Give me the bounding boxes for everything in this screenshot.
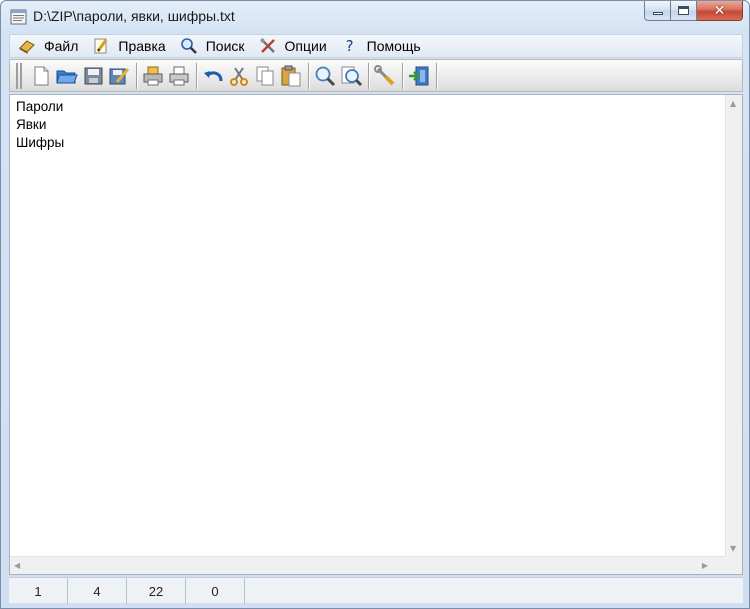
text-line: Явки xyxy=(16,117,47,132)
title-bar[interactable]: D:\ZIP\пароли, явки, шифры.txt ✕ xyxy=(1,1,749,33)
new-file-button[interactable] xyxy=(28,62,54,90)
cut-button[interactable] xyxy=(226,62,252,90)
menu-search-label: Поиск xyxy=(205,38,245,54)
status-bar: 1 4 22 0 xyxy=(9,577,743,604)
status-line: 1 xyxy=(9,578,68,604)
exit-icon xyxy=(409,66,429,85)
save-as-icon xyxy=(109,67,130,84)
print-preview-icon xyxy=(169,66,189,85)
help-icon: ? xyxy=(345,37,354,55)
toolbar-separator xyxy=(436,62,437,89)
find-icon xyxy=(315,66,336,86)
settings-icon xyxy=(374,64,395,85)
status-chars: 22 xyxy=(127,578,186,604)
toolbar-separator xyxy=(368,62,369,89)
status-modified: 0 xyxy=(186,578,245,604)
print-icon xyxy=(143,66,163,85)
edit-menu-icon xyxy=(94,38,108,54)
menu-edit[interactable]: Правка xyxy=(84,35,171,57)
save-as-button[interactable] xyxy=(106,62,132,90)
toolbar-grip[interactable] xyxy=(16,62,22,89)
menu-file[interactable]: Файл xyxy=(10,35,84,57)
paste-icon xyxy=(281,65,301,86)
cut-icon xyxy=(230,66,248,86)
vertical-scrollbar[interactable]: ▲ ▼ xyxy=(725,95,742,557)
menu-edit-label: Правка xyxy=(118,38,166,54)
maximize-button[interactable] xyxy=(671,1,697,21)
close-button[interactable]: ✕ xyxy=(697,1,743,21)
open-folder-icon xyxy=(56,70,78,83)
minimize-icon xyxy=(652,12,663,15)
menu-file-label: Файл xyxy=(44,38,79,54)
close-icon: ✕ xyxy=(713,2,726,19)
status-message xyxy=(245,578,743,604)
menu-help-label: Помощь xyxy=(366,38,421,54)
status-column: 4 xyxy=(68,578,127,604)
settings-button[interactable] xyxy=(372,62,398,90)
horizontal-scrollbar[interactable]: ◀ ▶ xyxy=(10,556,726,574)
replace-button[interactable] xyxy=(338,62,364,90)
menu-search[interactable]: Поиск xyxy=(172,35,251,57)
maximize-icon xyxy=(678,6,689,15)
menu-options-label: Опции xyxy=(284,38,327,54)
copy-button[interactable] xyxy=(252,62,278,90)
toolbar-separator xyxy=(136,62,137,89)
print-button[interactable] xyxy=(140,62,166,90)
scroll-up-arrow-icon[interactable]: ▲ xyxy=(730,99,736,108)
window-title: D:\ZIP\пароли, явки, шифры.txt xyxy=(33,8,235,24)
open-button[interactable] xyxy=(54,62,80,90)
app-window: D:\ZIP\пароли, явки, шифры.txt ✕ Файл Пр… xyxy=(0,0,750,609)
text-editor[interactable]: Пароли Явки Шифры ▲ ▼ ◀ ▶ xyxy=(9,94,743,575)
menu-options[interactable]: Опции xyxy=(251,35,333,57)
save-button[interactable] xyxy=(80,62,106,90)
notepad-app-icon xyxy=(10,9,27,25)
undo-button[interactable] xyxy=(200,62,226,90)
scrollbar-corner xyxy=(725,556,742,574)
copy-icon xyxy=(256,66,274,85)
undo-icon xyxy=(204,70,223,81)
text-line: Пароли xyxy=(16,99,64,114)
menu-bar: Файл Правка Поиск Опции ? Помощь xyxy=(9,34,743,58)
scroll-left-arrow-icon[interactable]: ◀ xyxy=(14,561,20,570)
window-controls: ✕ xyxy=(644,1,743,22)
paste-button[interactable] xyxy=(278,62,304,90)
file-menu-icon xyxy=(19,40,35,54)
toolbar-separator xyxy=(308,62,309,89)
new-file-icon xyxy=(34,66,49,85)
toolbar-separator xyxy=(402,62,403,89)
search-icon xyxy=(180,38,197,54)
minimize-button[interactable] xyxy=(644,1,671,21)
text-line: Шифры xyxy=(16,135,65,150)
scroll-down-arrow-icon[interactable]: ▼ xyxy=(730,544,736,553)
toolbar xyxy=(9,59,743,92)
exit-button[interactable] xyxy=(406,62,432,90)
menu-help[interactable]: ? Помощь xyxy=(333,35,427,57)
find-button[interactable] xyxy=(312,62,338,90)
scroll-right-arrow-icon[interactable]: ▶ xyxy=(702,561,708,570)
save-disk-icon xyxy=(84,67,103,84)
options-tools-icon xyxy=(260,38,275,53)
toolbar-separator xyxy=(196,62,197,89)
print-preview-button[interactable] xyxy=(166,62,192,90)
editor-content[interactable]: Пароли Явки Шифры xyxy=(16,98,64,152)
replace-icon xyxy=(341,66,363,86)
